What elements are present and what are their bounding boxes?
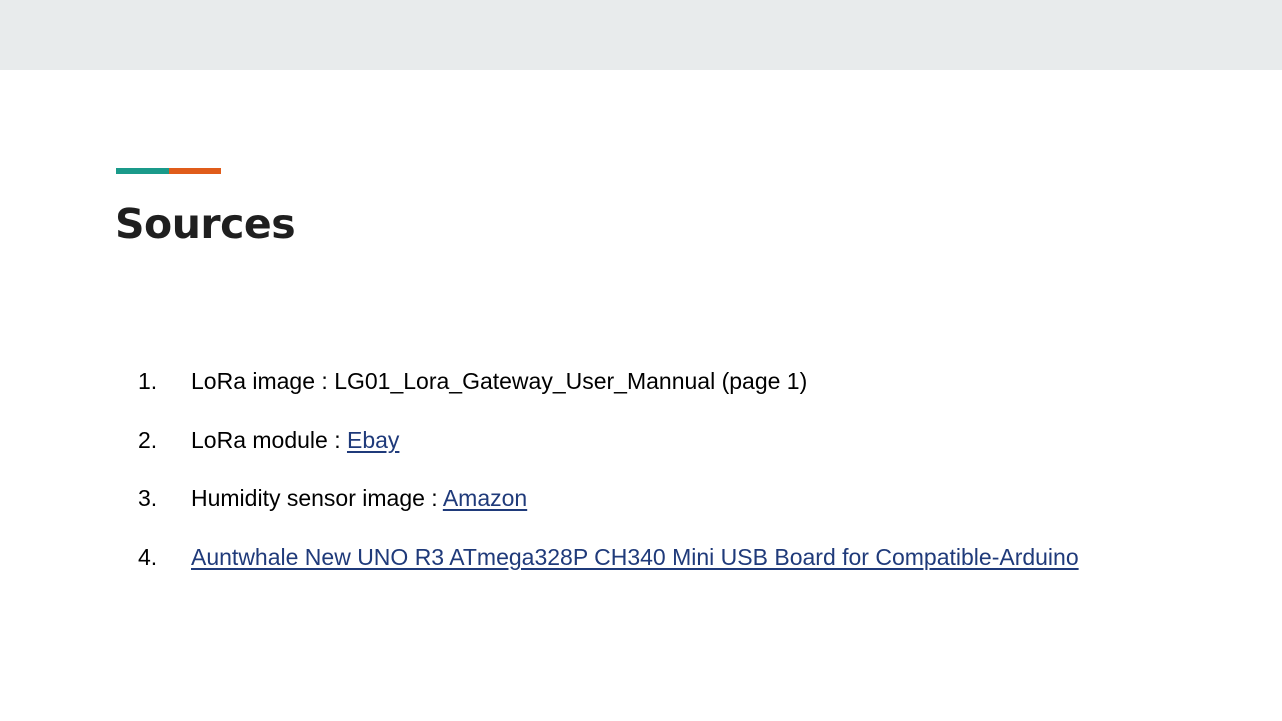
list-item-content: LoRa image : LG01_Lora_Gateway_User_Mann… — [191, 366, 807, 396]
list-item-content: LoRa module : Ebay — [191, 425, 399, 455]
list-item-number: 3. — [138, 485, 158, 511]
list-item-number: 1. — [138, 368, 158, 394]
arduino-board-link[interactable]: Auntwhale New UNO R3 ATmega328P CH340 Mi… — [191, 544, 1079, 570]
list-item-content: Humidity sensor image : Amazon — [191, 483, 527, 513]
list-item-text: LoRa image : LG01_Lora_Gateway_User_Mann… — [191, 368, 808, 394]
slide: Sources 1. LoRa image : LG01_Lora_Gatewa… — [0, 70, 1282, 721]
amazon-link[interactable]: Amazon — [443, 485, 527, 511]
ebay-link[interactable]: Ebay — [347, 427, 399, 453]
list-item-text: Humidity sensor image : — [191, 485, 443, 511]
top-band — [0, 0, 1282, 70]
slide-title: Sources — [115, 200, 296, 248]
list-item-content: Auntwhale New UNO R3 ATmega328P CH340 Mi… — [191, 542, 1079, 572]
list-item-text: LoRa module : — [191, 426, 347, 453]
list-item-number: 2. — [138, 426, 158, 453]
accent-segment-teal — [116, 168, 169, 174]
title-accent-bar — [116, 168, 221, 174]
list-item-number: 4. — [138, 543, 158, 570]
accent-segment-orange — [168, 168, 221, 174]
